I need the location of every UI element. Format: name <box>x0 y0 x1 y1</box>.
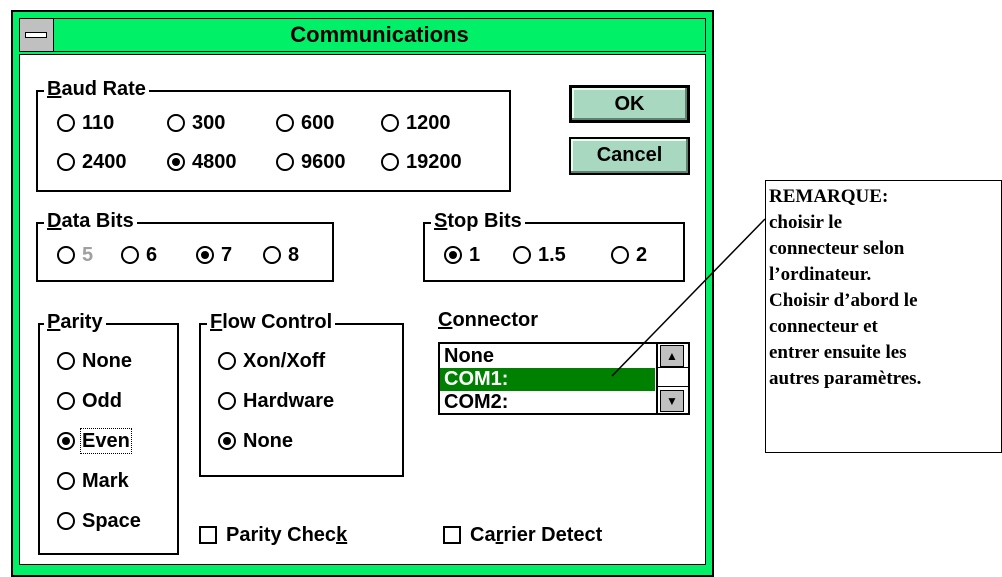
annotation-leader-line <box>611 218 766 377</box>
